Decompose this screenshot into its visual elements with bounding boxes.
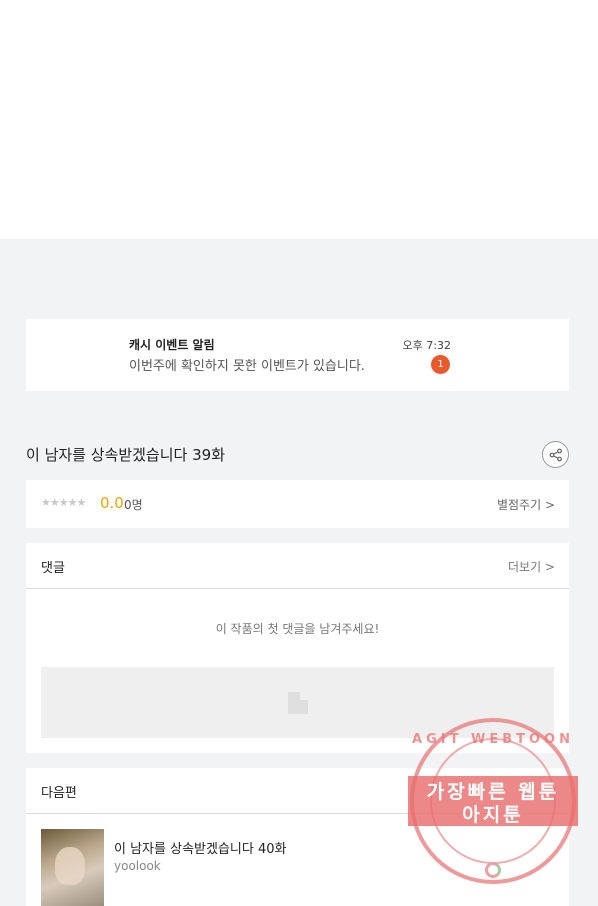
share-icon xyxy=(549,448,562,461)
notification-badge: 1 xyxy=(431,355,450,374)
comment-input-placeholder[interactable] xyxy=(41,667,554,738)
next-episode-header: 다음편 xyxy=(26,768,569,814)
notification-card[interactable]: 캐시 이벤트 알림 이번주에 확인하지 못한 이벤트가 있습니다. 오후 7:3… xyxy=(26,319,569,391)
rating-score: 0.0 xyxy=(100,494,124,512)
rating-stars: ★★★★★ xyxy=(41,496,86,509)
comments-empty-message: 이 작품의 첫 댓글을 남겨주세요! xyxy=(215,622,380,636)
comments-header: 댓글 더보기 > xyxy=(26,543,569,589)
episode-title: 이 남자를 상속받겠습니다 39화 xyxy=(26,446,225,464)
rate-button[interactable]: 별점주기 > xyxy=(497,496,555,513)
next-episode-author: yoolook xyxy=(114,859,161,873)
notification-title: 캐시 이벤트 알림 xyxy=(129,338,215,352)
share-button[interactable] xyxy=(542,441,569,468)
comments-more-link[interactable]: 더보기 > xyxy=(508,558,555,575)
rating-card: ★★★★★ 0.0 0명 별점주기 > xyxy=(26,480,569,528)
content-area-blank xyxy=(0,0,598,239)
comments-label: 댓글 xyxy=(41,561,65,576)
next-episode-title[interactable]: 이 남자를 상속받겠습니다 40화 xyxy=(114,838,286,857)
notification-time: 오후 7:32 xyxy=(402,339,451,352)
rating-count: 0명 xyxy=(124,498,143,512)
next-episode-thumbnail[interactable] xyxy=(41,829,104,906)
note-icon xyxy=(288,692,308,714)
comments-section: 댓글 더보기 > 이 작품의 첫 댓글을 남겨주세요! xyxy=(26,543,569,753)
next-episode-label: 다음편 xyxy=(41,786,77,801)
next-episode-section: 다음편 이 남자를 상속받겠습니다 40화 yoolook xyxy=(26,768,569,906)
notification-message: 이번주에 확인하지 못한 이벤트가 있습니다. xyxy=(129,359,365,374)
